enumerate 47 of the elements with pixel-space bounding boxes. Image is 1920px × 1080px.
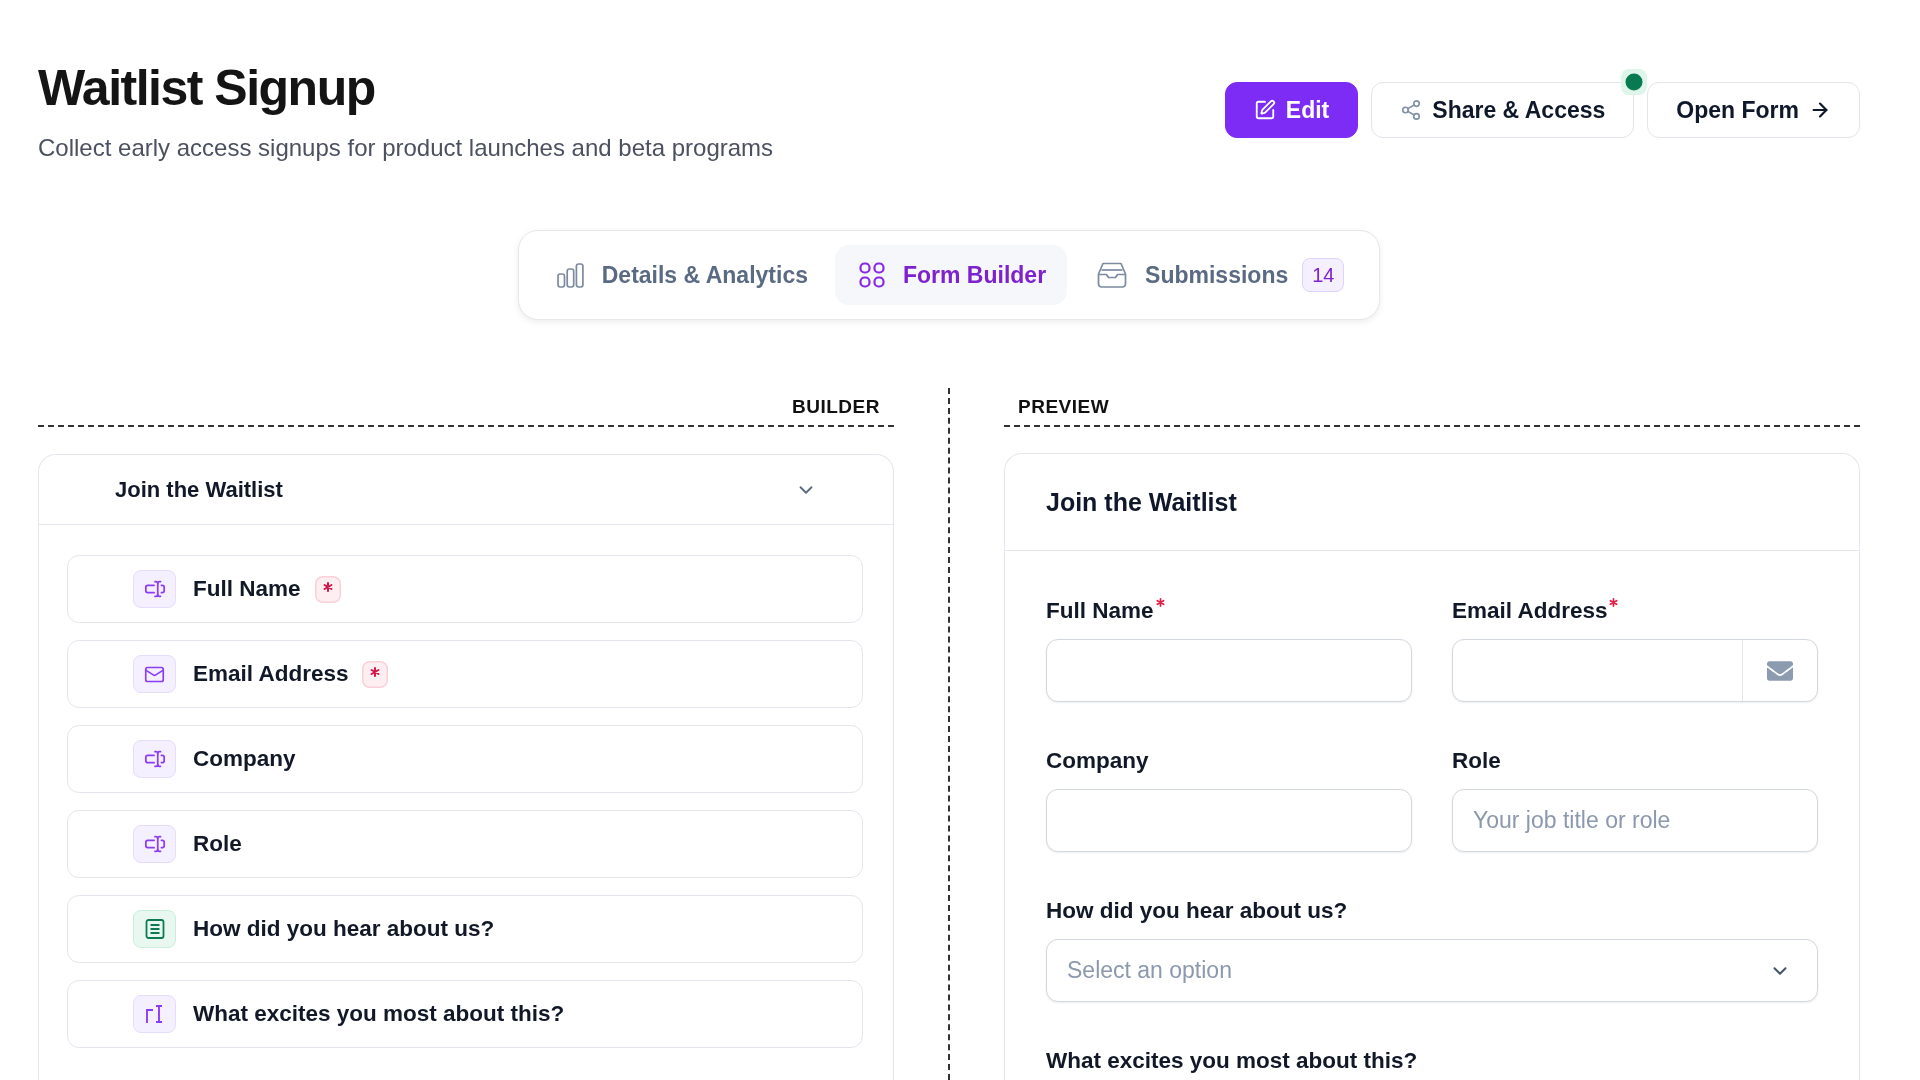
tab[interactable]: Details & Analytics [532,245,829,305]
field-item[interactable]: Full Name [67,555,863,623]
count-badge: 14 [1302,258,1345,292]
field-label: Email Address [1452,597,1608,625]
share-icon [1400,99,1423,121]
field-label: Full Name [193,575,301,603]
email-input[interactable] [1452,639,1818,702]
field-label: How did you hear about us? [193,915,495,943]
grid-icon [858,262,885,288]
section-heading: BUILDER [792,395,880,419]
page-title: Waitlist Signup [38,59,376,118]
bar-chart-icon [556,262,584,288]
field-label: Role [1452,747,1501,775]
field-item[interactable]: Role [67,810,863,878]
edit-icon [1253,99,1276,121]
tab[interactable]: Form Builder [834,245,1068,305]
tab[interactable]: Submissions 14 [1073,245,1366,305]
section-title: Join the Waitlist [115,475,283,504]
text-input[interactable] [1046,789,1412,852]
page-subtitle: Collect early access signups for product launches and beta programs [38,133,774,163]
inbox-icon [1097,262,1128,288]
mail-icon [133,655,176,693]
text-cursor-icon [133,825,176,863]
text-input[interactable]: Your job title or role [1452,789,1818,852]
section-heading: PREVIEW [1018,395,1110,419]
open-form-button[interactable]: Open Form [1647,82,1860,138]
field-label: Company [193,745,296,773]
field-label: Company [1046,747,1149,775]
field-label: Email Address [193,660,349,688]
field-item[interactable]: How did you hear about us? [67,895,863,963]
list-icon [133,910,176,948]
text-cursor-icon [133,570,176,608]
field-label: What excites you most about this? [1046,1047,1418,1075]
field-label: How did you hear about us? [1046,897,1348,925]
field-label: What excites you most about this? [193,1000,565,1028]
share-button[interactable]: Share & Access [1371,82,1635,138]
field-item[interactable]: Email Address [67,640,863,708]
form-title: Join the Waitlist [1046,487,1237,518]
field-item[interactable]: Company [67,725,863,793]
section-header[interactable]: Join the Waitlist [39,455,893,525]
text-area-icon [133,995,176,1033]
field-label: Role [193,830,242,858]
field-label: Full Name [1046,597,1154,625]
field-item[interactable]: What excites you most about this? [67,980,863,1048]
edit-button[interactable]: Edit [1224,82,1359,138]
text-input[interactable] [1046,639,1412,702]
text-cursor-icon [133,740,176,778]
